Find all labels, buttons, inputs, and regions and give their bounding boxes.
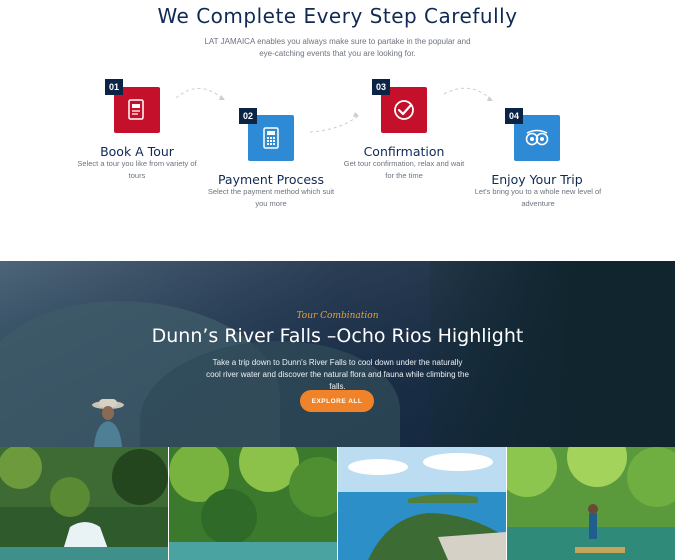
step-3-title: Confirmation xyxy=(363,144,445,159)
connector-arrow-3 xyxy=(443,87,493,101)
check-badge-icon xyxy=(394,100,414,120)
explore-all-button[interactable]: EXPLORE ALL xyxy=(300,390,374,412)
document-icon xyxy=(128,99,144,120)
step-connectors xyxy=(175,87,493,133)
connector-arrow-2 xyxy=(309,115,359,133)
step-1-title: Book A Tour xyxy=(100,144,174,159)
step-2-title: Payment Process xyxy=(217,172,325,187)
step-1-number: 01 xyxy=(105,79,123,95)
hero-description: Take a trip down to Dunn's River Falls t… xyxy=(206,358,469,391)
step-1-description: Select a tour you like from variety of t… xyxy=(77,159,197,180)
gallery-photo-coastal-town[interactable] xyxy=(338,447,506,560)
hero-banner: Tour Combination Dunn’s River Falls –Och… xyxy=(0,261,675,447)
step-3-description: Get tour confirmation, relax and wait fo… xyxy=(343,159,465,180)
step-4-description: Let's bring you to a whole new level of … xyxy=(474,187,602,208)
calculator-icon xyxy=(263,127,279,149)
step-2-description: Select the payment method which suit you… xyxy=(207,187,335,208)
step-4-number: 04 xyxy=(505,108,523,124)
traveler-figure xyxy=(92,399,124,447)
forest-backdrop xyxy=(430,261,675,447)
step-4-title: Enjoy Your Trip xyxy=(491,172,583,187)
step-3-number: 03 xyxy=(372,79,390,95)
hero-title: Dunn’s River Falls –Ocho Rios Highlight xyxy=(151,325,524,347)
gallery-photo-bamboo-rafting[interactable] xyxy=(507,447,675,560)
connector-arrow-1 xyxy=(175,88,225,101)
hero-kicker: Tour Combination xyxy=(296,311,379,321)
gallery-photo-jungle-river[interactable] xyxy=(169,447,337,560)
step-2-number: 02 xyxy=(239,108,257,124)
tripadvisor-owl-icon xyxy=(525,129,549,146)
gallery-photo-waterfall[interactable] xyxy=(0,447,168,560)
